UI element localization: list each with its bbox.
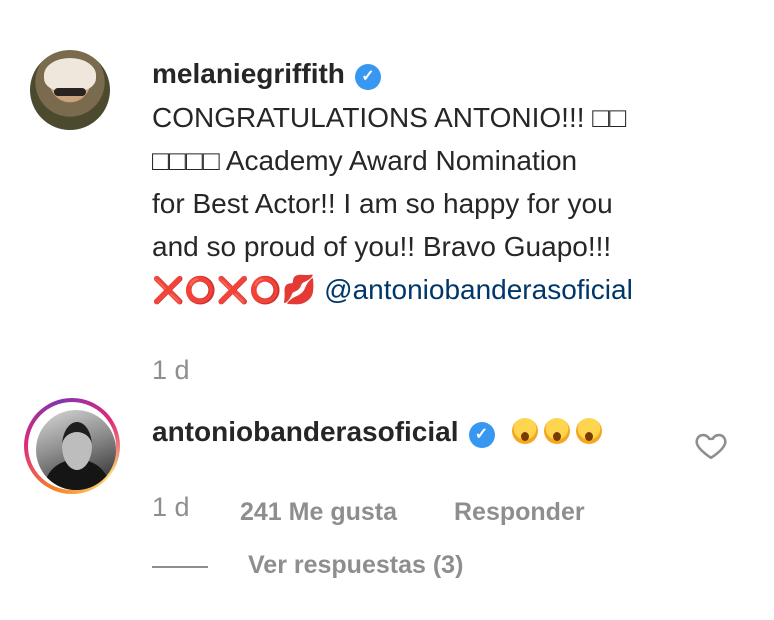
comment1-timestamp[interactable]: 1 d — [152, 355, 190, 386]
comment2-timestamp[interactable]: 1 d — [152, 492, 190, 523]
comment-line-3: for Best Actor!! I am so happy for you — [152, 188, 613, 219]
astonished-emoji-icon — [544, 418, 571, 444]
story-ring[interactable] — [24, 398, 120, 494]
avatar-glasses — [54, 88, 86, 96]
xoxo-emoji: ❌⭕❌⭕ — [152, 275, 282, 305]
avatar-melaniegriffith[interactable] — [30, 50, 110, 130]
comment-line-5: ❌⭕❌⭕💋 @antoniobanderasoficial — [152, 268, 732, 312]
emoji-group — [512, 416, 608, 447]
likes-count-button[interactable]: 241 Me gusta — [240, 498, 397, 527]
view-replies-button[interactable]: Ver respuestas (3) — [248, 551, 463, 580]
avatar-hair — [44, 58, 96, 92]
story-ring-inner — [28, 402, 116, 490]
avatar-antoniobanderasoficial[interactable] — [36, 410, 116, 490]
verified-badge-icon: ✓ — [468, 422, 495, 448]
comment-line-2: □□□□ Academy Award Nomination — [152, 145, 578, 176]
verified-badge-icon: ✓ — [354, 64, 381, 90]
username-antoniobanderasoficial[interactable]: antoniobanderasoficial ✓ — [152, 416, 608, 448]
comment-line-1: CONGRATULATIONS ANTONIO!!! □□ — [152, 102, 627, 133]
astonished-emoji-icon — [576, 418, 603, 444]
avatar-head — [62, 422, 92, 470]
username-text[interactable]: antoniobanderasoficial — [152, 416, 459, 447]
replies-divider-line — [152, 566, 208, 568]
heart-outline-icon[interactable] — [694, 428, 728, 462]
username-text[interactable]: melaniegriffith — [152, 58, 345, 89]
username-melaniegriffith[interactable]: melaniegriffith ✓ — [152, 58, 381, 90]
comment-text: CONGRATULATIONS ANTONIO!!! □□ □□□□ Acade… — [152, 96, 732, 312]
mention-link[interactable]: @antoniobanderasoficial — [324, 274, 633, 305]
reply-button[interactable]: Responder — [454, 498, 585, 527]
kiss-emoji: 💋 — [281, 274, 317, 305]
astonished-emoji-icon — [512, 418, 539, 444]
comment-line-4: and so proud of you!! Bravo Guapo!!! — [152, 231, 612, 262]
